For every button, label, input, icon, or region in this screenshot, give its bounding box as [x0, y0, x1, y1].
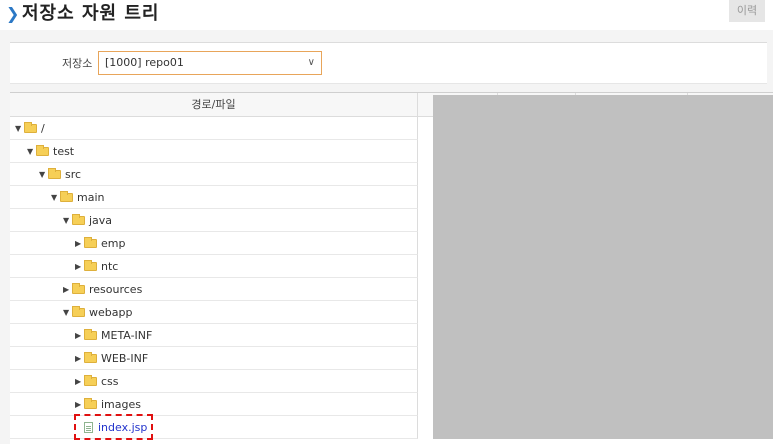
folder-label: META-INF [101, 329, 153, 342]
folder-label: / [41, 122, 45, 135]
tree-node[interactable]: ▶ META-INF [75, 328, 152, 343]
caret-down-icon[interactable]: ▼ [27, 144, 36, 159]
folder-icon [48, 168, 61, 179]
tree-node[interactable]: ▼ test [27, 144, 74, 159]
folder-label: main [77, 191, 105, 204]
folder-label: emp [101, 237, 126, 250]
folder-icon [84, 375, 97, 386]
folder-icon [72, 214, 85, 225]
folder-label: resources [89, 283, 143, 296]
tree-row: ▼ / [10, 117, 418, 140]
repository-select[interactable]: [1000] repo01 ∨ [98, 51, 322, 75]
caret-right-icon[interactable]: ▶ [75, 397, 84, 412]
caret-right-icon[interactable]: ▶ [75, 374, 84, 389]
tree-row: ▶ META-INF [10, 324, 418, 347]
repository-filter-row: 저장소 [1000] repo01 ∨ [10, 42, 767, 84]
caret-right-icon[interactable]: ▶ [75, 328, 84, 343]
folder-label: images [101, 398, 141, 411]
tree-row: ▼ java [10, 209, 418, 232]
page-title: 저장소 자원 트리 [22, 3, 160, 24]
tree-node[interactable]: ▶ ntc [75, 259, 118, 274]
tree-node[interactable]: ▼ src [39, 167, 81, 182]
tree-node[interactable]: ▼ main [51, 190, 104, 205]
caret-down-icon[interactable]: ▼ [39, 167, 48, 182]
tree-row: ▶ emp [10, 232, 418, 255]
folder-icon [72, 306, 85, 317]
tree-node[interactable]: ▶ resources [63, 282, 142, 297]
folder-icon [24, 122, 37, 133]
repository-select-value: [1000] repo01 [105, 56, 184, 69]
folder-icon [84, 329, 97, 340]
tree-row: ▶ WEB-INF [10, 347, 418, 370]
tree-node[interactable]: ▼ java [63, 213, 112, 228]
tree-row: ▼ test [10, 140, 418, 163]
caret-right-icon[interactable]: ▶ [75, 259, 84, 274]
folder-icon [84, 260, 97, 271]
tree-node[interactable]: ▶ images [75, 397, 141, 412]
folder-label: webapp [89, 306, 133, 319]
folder-label: java [89, 214, 113, 227]
tree-row: ▶ ntc [10, 255, 418, 278]
tree-row: ▶ resources [10, 278, 418, 301]
folder-label: test [53, 145, 75, 158]
caret-right-icon[interactable]: ▶ [63, 282, 72, 297]
folder-icon [36, 145, 49, 156]
content-panel: 저장소 [1000] repo01 ∨ 경로/파일 ▼ / ▼ test ▼ src ▼ ma… [0, 30, 773, 444]
caret-down-icon[interactable]: ▼ [63, 305, 72, 320]
folder-label: WEB-INF [101, 352, 149, 365]
chevron-right-icon: ❯ [6, 4, 20, 23]
tree-node[interactable]: ▶ emp [75, 236, 125, 251]
tree-row: index.jsp [10, 416, 418, 439]
caret-down-icon[interactable]: ▼ [51, 190, 60, 205]
tree-row: ▼ src [10, 163, 418, 186]
folder-icon [84, 398, 97, 409]
path-column-header: 경로/파일 [10, 93, 418, 117]
highlight-box [74, 414, 153, 440]
caret-right-icon[interactable]: ▶ [75, 351, 84, 366]
tree-node[interactable]: ▶ css [75, 374, 119, 389]
caret-right-icon[interactable]: ▶ [75, 236, 84, 251]
tree-row: ▼ main [10, 186, 418, 209]
detail-area [433, 95, 773, 439]
tree-node[interactable]: ▼ / [15, 121, 45, 136]
folder-label: css [101, 375, 119, 388]
folder-label: ntc [101, 260, 119, 273]
folder-icon [60, 191, 73, 202]
chevron-down-icon: ∨ [307, 57, 315, 68]
folder-icon [72, 283, 85, 294]
repository-label: 저장소 [62, 57, 93, 70]
folder-icon [84, 352, 97, 363]
title-bar: ❯ 저장소 자원 트리 이력 [0, 0, 773, 30]
tree-row: ▶ css [10, 370, 418, 393]
resource-tree-table: 경로/파일 ▼ / ▼ test ▼ src ▼ main ▼ java ▶ emp ▶ ntc ▶ reso… [10, 92, 773, 444]
tree-node[interactable]: ▼ webapp [63, 305, 132, 320]
tree-row: ▶ images [10, 393, 418, 416]
history-button[interactable]: 이력 [729, 0, 765, 22]
caret-down-icon[interactable]: ▼ [15, 121, 24, 136]
caret-down-icon[interactable]: ▼ [63, 213, 72, 228]
tree-node[interactable]: ▶ WEB-INF [75, 351, 148, 366]
folder-label: src [65, 168, 82, 181]
folder-icon [84, 237, 97, 248]
tree-row: ▼ webapp [10, 301, 418, 324]
